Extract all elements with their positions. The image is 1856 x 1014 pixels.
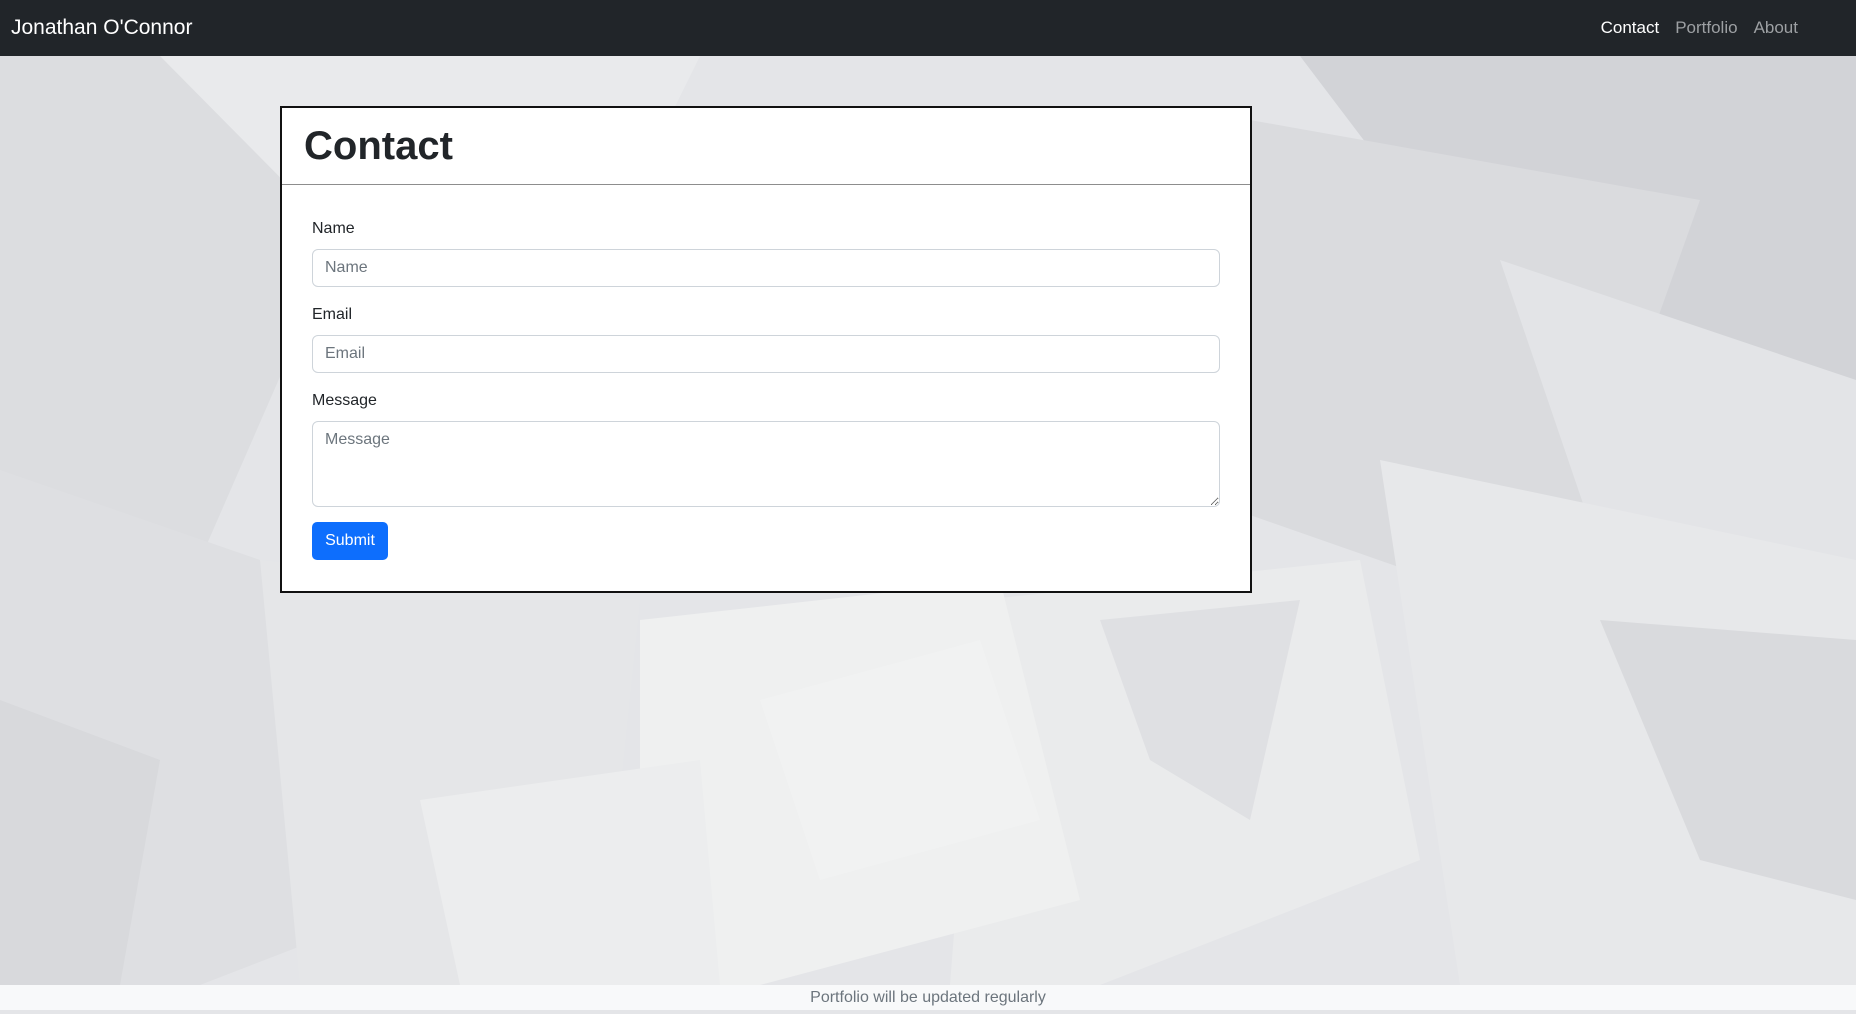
message-label: Message <box>312 392 377 409</box>
contact-card-header: Contact <box>282 108 1250 185</box>
contact-card: Contact Name Email Message Submit <box>280 106 1252 593</box>
footer: Portfolio will be updated regularly <box>0 985 1856 1010</box>
name-label: Name <box>312 220 355 237</box>
nav-link-contact[interactable]: Contact <box>1601 17 1660 39</box>
nav-link-portfolio[interactable]: Portfolio <box>1675 17 1737 39</box>
top-navbar: Jonathan O'Connor Contact Portfolio Abou… <box>0 0 1856 56</box>
brand-link[interactable]: Jonathan O'Connor <box>11 15 192 41</box>
footer-text: Portfolio will be updated regularly <box>810 989 1046 1006</box>
email-label: Email <box>312 306 353 323</box>
submit-button[interactable]: Submit <box>312 522 388 560</box>
nav-link-about[interactable]: About <box>1754 17 1798 39</box>
page-title: Contact <box>304 124 453 168</box>
message-textarea[interactable] <box>312 421 1220 507</box>
nav-links: Contact Portfolio About <box>1601 17 1798 39</box>
name-input[interactable] <box>312 249 1220 287</box>
email-input[interactable] <box>312 335 1220 373</box>
